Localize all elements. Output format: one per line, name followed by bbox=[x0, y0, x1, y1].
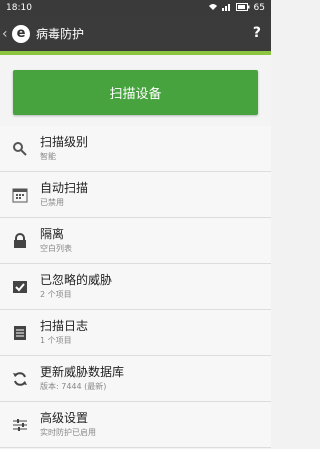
item-label: 扫描日志 bbox=[40, 319, 89, 333]
wifi-icon bbox=[208, 3, 218, 14]
scan-device-button[interactable]: 扫描设备 bbox=[13, 70, 258, 115]
item-label: 已忽略的威胁 bbox=[40, 273, 113, 287]
search-icon bbox=[0, 141, 40, 157]
calendar-icon bbox=[0, 187, 40, 203]
back-icon[interactable]: ‹ bbox=[2, 27, 10, 41]
item-label: 自动扫描 bbox=[40, 181, 89, 195]
battery-icon bbox=[235, 2, 250, 14]
signal-icon bbox=[221, 3, 232, 14]
refresh-icon bbox=[0, 371, 40, 387]
item-label: 隔离 bbox=[40, 227, 65, 241]
list-item[interactable]: 已忽略的威胁 2 个项目 bbox=[0, 264, 271, 310]
item-label: 更新威胁数据库 bbox=[40, 365, 125, 379]
time: 18:10 bbox=[6, 3, 32, 13]
item-subtitle: 智能 bbox=[40, 152, 56, 161]
item-subtitle: 实时防护已启用 bbox=[40, 428, 96, 437]
page-title: 病毒防护 bbox=[36, 27, 85, 41]
list-item[interactable]: 扫描级别 智能 bbox=[0, 126, 271, 172]
list-item[interactable]: 扫描日志 1 个项目 bbox=[0, 310, 271, 356]
scan-area: 扫描设备 bbox=[0, 55, 271, 126]
list-item[interactable]: 自动扫描 已禁用 bbox=[0, 172, 271, 218]
check-box-icon bbox=[0, 279, 40, 295]
sliders-icon bbox=[0, 417, 40, 433]
item-subtitle: 版本: 7444 (最新) bbox=[40, 382, 107, 391]
status-bar: 18:10 65 bbox=[0, 0, 271, 16]
lock-icon bbox=[0, 232, 40, 249]
item-subtitle: 2 个项目 bbox=[40, 290, 72, 299]
item-label: 高级设置 bbox=[40, 411, 89, 425]
eset-logo[interactable]: e bbox=[12, 24, 30, 43]
settings-list: 扫描级别 智能 自动扫描 已禁用 隔离 空白列表 已忽略的威胁 2 个项目 扫描… bbox=[0, 126, 271, 448]
item-subtitle: 已禁用 bbox=[40, 198, 64, 207]
item-label: 扫描级别 bbox=[40, 135, 89, 149]
battery-level: 65 bbox=[253, 3, 265, 13]
log-icon bbox=[0, 325, 40, 341]
status-icons: 65 bbox=[208, 2, 265, 14]
list-item[interactable]: 隔离 空白列表 bbox=[0, 218, 271, 264]
list-item[interactable]: 高级设置 实时防护已启用 bbox=[0, 402, 271, 448]
item-subtitle: 1 个项目 bbox=[40, 336, 72, 345]
list-item[interactable]: 更新威胁数据库 版本: 7444 (最新) bbox=[0, 356, 271, 402]
item-subtitle: 空白列表 bbox=[40, 244, 72, 253]
app-bar: ‹ e 病毒防护 ? bbox=[0, 16, 271, 51]
help-button[interactable]: ? bbox=[253, 25, 261, 41]
